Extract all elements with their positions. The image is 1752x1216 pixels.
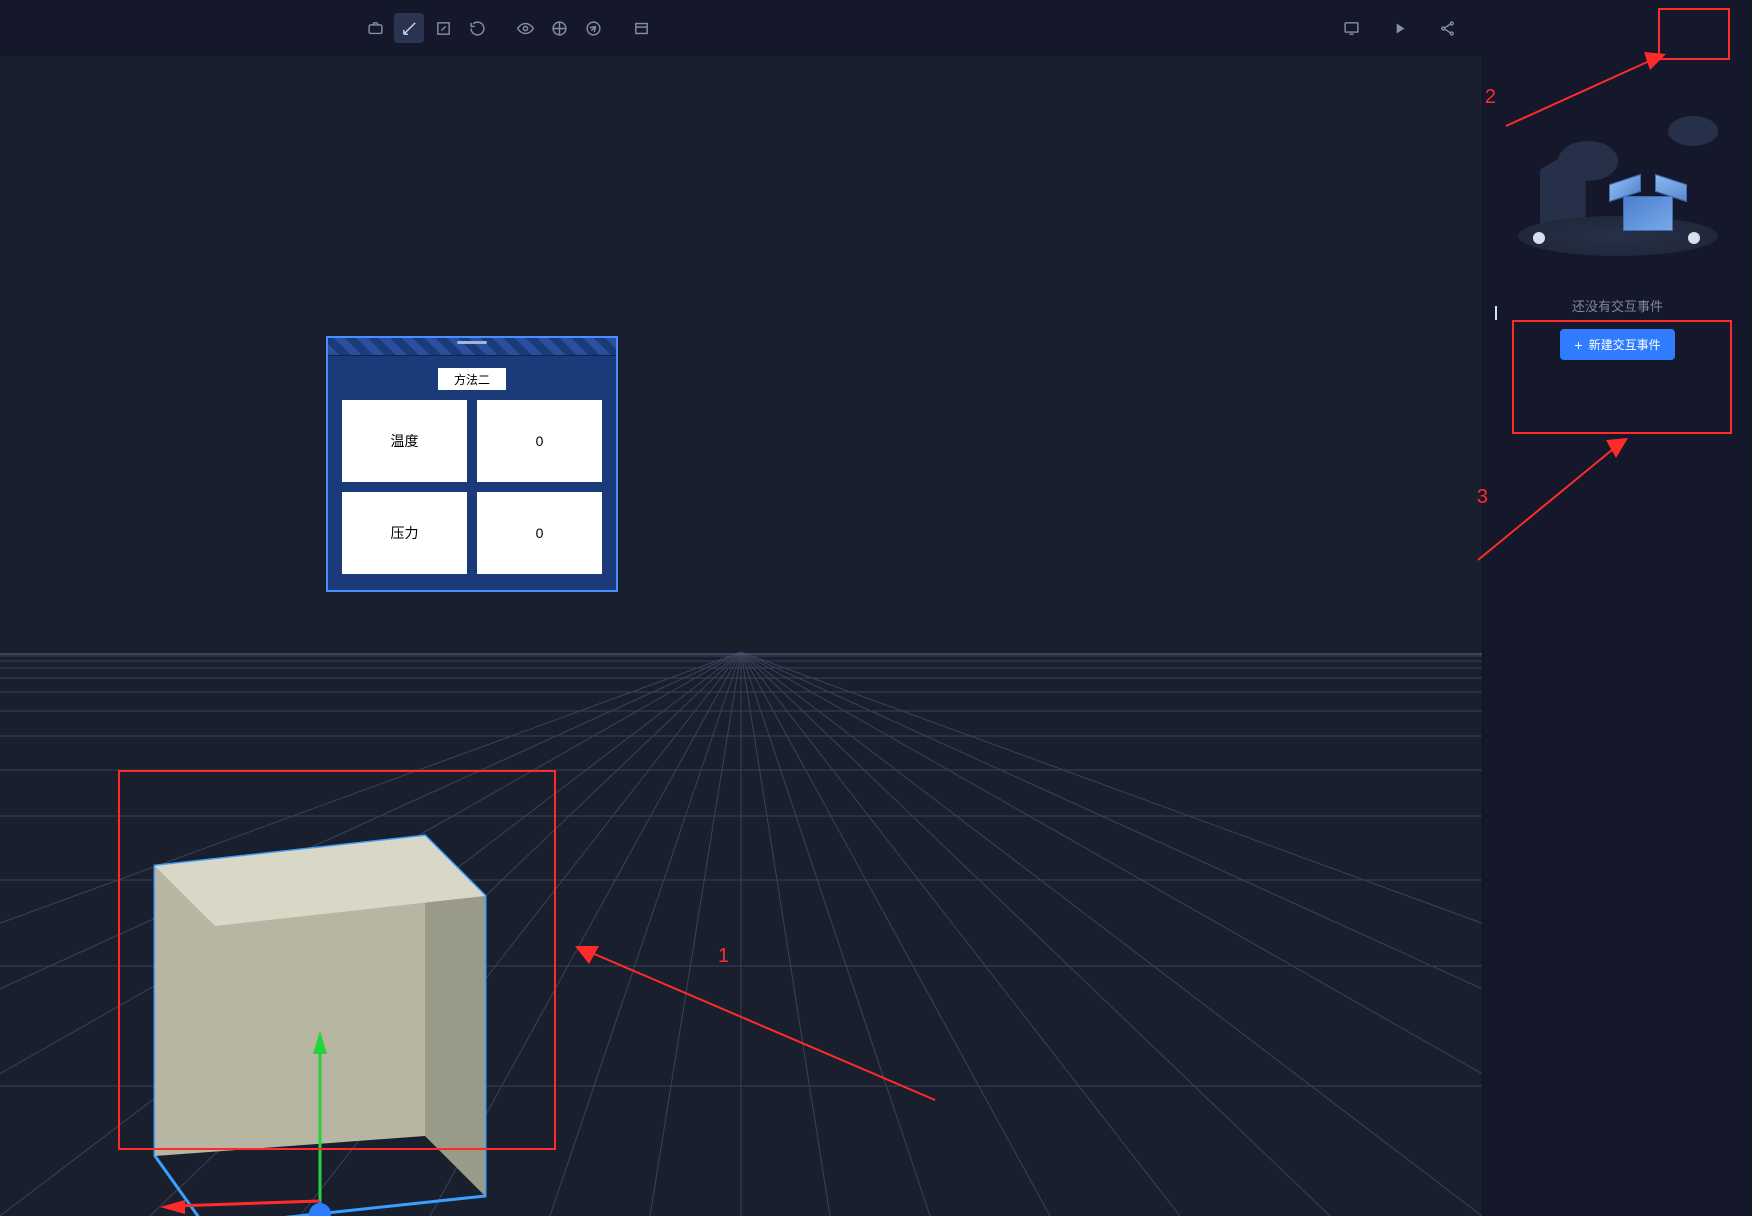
share-icon[interactable] bbox=[1432, 13, 1462, 43]
top-toolbar bbox=[0, 0, 1752, 56]
empty-state-text: 还没有交互事件 bbox=[1499, 296, 1736, 315]
cell-temperature-value: 0 bbox=[477, 400, 602, 482]
compass-tool-icon[interactable] bbox=[578, 13, 608, 43]
panel-tool-icon[interactable] bbox=[626, 13, 656, 43]
cell-temperature-label: 温度 bbox=[342, 400, 467, 482]
cell-pressure-label: 压力 bbox=[342, 492, 467, 574]
play-icon[interactable] bbox=[1384, 13, 1414, 43]
move-gizmo bbox=[160, 1031, 331, 1216]
floating-data-panel[interactable]: 方法二 温度 0 压力 0 bbox=[326, 336, 618, 592]
cursor-mark bbox=[1495, 306, 1497, 320]
display-icon[interactable] bbox=[1336, 13, 1366, 43]
box-icon bbox=[1613, 185, 1683, 231]
cell-pressure-value: 0 bbox=[477, 492, 602, 574]
rotate-tool-icon[interactable] bbox=[462, 13, 492, 43]
grid-tool-icon[interactable] bbox=[544, 13, 574, 43]
eye-tool-icon[interactable] bbox=[510, 13, 540, 43]
panel-drag-handle[interactable] bbox=[328, 338, 616, 356]
properties-sidebar: 基础 动画 数据 交互 还没有交互事件 + 新建交互事件 bbox=[1482, 0, 1752, 1216]
3d-viewport[interactable]: 方法二 温度 0 压力 0 bbox=[0, 56, 1482, 1216]
perspective-grid bbox=[0, 56, 1482, 1216]
move-tool-icon[interactable] bbox=[394, 13, 424, 43]
scale-tool-icon[interactable] bbox=[428, 13, 458, 43]
camera-tool-icon[interactable] bbox=[360, 13, 390, 43]
panel-title: 方法二 bbox=[438, 368, 506, 390]
create-interaction-button[interactable]: + 新建交互事件 bbox=[1560, 329, 1674, 360]
plus-icon: + bbox=[1574, 338, 1582, 352]
selected-cube-object[interactable] bbox=[135, 806, 515, 1216]
sidebar-body: 还没有交互事件 + 新建交互事件 bbox=[1483, 56, 1752, 380]
create-button-label: 新建交互事件 bbox=[1589, 336, 1661, 353]
empty-state-illustration bbox=[1518, 106, 1718, 256]
